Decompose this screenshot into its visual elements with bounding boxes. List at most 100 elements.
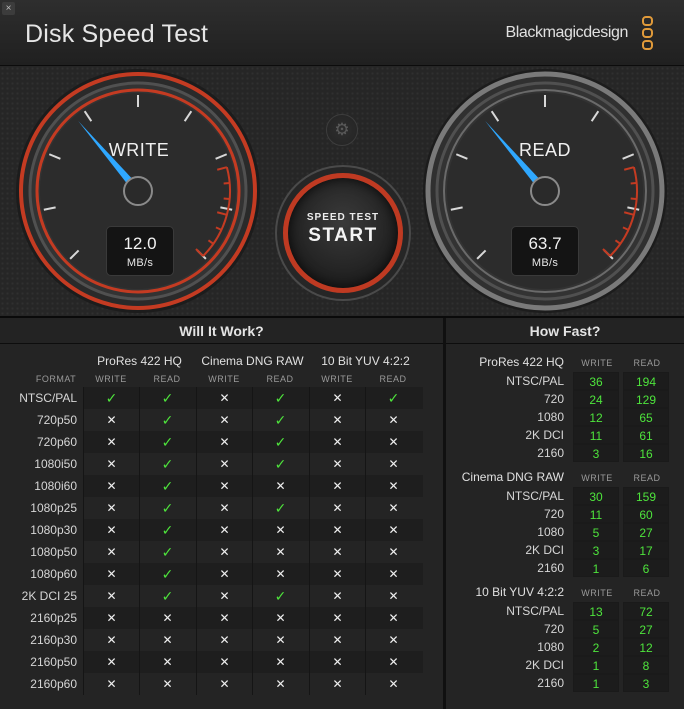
hf-row-format-label: 2160 <box>537 561 564 575</box>
hf-write-value: 3 <box>573 444 619 462</box>
table-row: 1080i50 ✕ ✓ ✕ ✓ ✕ ✕ <box>0 453 444 475</box>
cross-icon: ✕ <box>365 453 421 475</box>
hf-read-value: 12 <box>623 638 669 656</box>
gauge-panel: WRITE 12.0 MB/s READ 63.7 MB/s ⚙ SPEED T… <box>0 66 684 318</box>
table-row: 1080p25 ✕ ✓ ✕ ✓ ✕ ✕ <box>0 497 444 519</box>
hf-row-format-label: NTSC/PAL <box>506 604 564 618</box>
cross-icon: ✕ <box>309 563 365 585</box>
cross-icon: ✕ <box>309 585 365 607</box>
hf-write-value: 2 <box>573 638 619 656</box>
cross-icon: ✕ <box>309 497 365 519</box>
cross-icon: ✕ <box>196 607 252 629</box>
cross-icon: ✕ <box>365 651 421 673</box>
check-icon: ✓ <box>252 387 308 409</box>
will-it-work-header: Will It Work? <box>0 318 443 344</box>
hf-read-value: 8 <box>623 656 669 674</box>
hf-write-value: 24 <box>573 390 619 408</box>
title-bar: × Disk Speed Test Blackmagicdesign <box>0 0 684 66</box>
row-format-label: 1080p30 <box>30 523 77 537</box>
cross-icon: ✕ <box>365 629 421 651</box>
cross-icon: ✕ <box>252 475 308 497</box>
cross-icon: ✕ <box>252 607 308 629</box>
hf-row-format-label: 2160 <box>537 676 564 690</box>
table-row: 720p50 ✕ ✓ ✕ ✓ ✕ ✕ <box>0 409 444 431</box>
cross-icon: ✕ <box>309 541 365 563</box>
cross-icon: ✕ <box>196 409 252 431</box>
hf-row-format-label: 1080 <box>537 410 564 424</box>
hf-row-format-label: 2K DCI <box>525 543 564 557</box>
cross-icon: ✕ <box>196 563 252 585</box>
cross-icon: ✕ <box>365 607 421 629</box>
cross-icon: ✕ <box>309 519 365 541</box>
close-button[interactable]: × <box>2 2 15 15</box>
row-format-label: NTSC/PAL <box>19 391 77 405</box>
cross-icon: ✕ <box>309 431 365 453</box>
hf-row-format-label: NTSC/PAL <box>506 489 564 503</box>
will-it-work-panel: FORMAT ProRes 422 HQ WRITE READ Cinema DNG … <box>0 344 443 709</box>
cross-icon: ✕ <box>83 497 139 519</box>
cross-icon: ✕ <box>196 431 252 453</box>
hf-sub-header-write: WRITE <box>581 588 613 598</box>
cross-icon: ✕ <box>139 673 195 695</box>
speed-test-start-button[interactable]: SPEED TEST START <box>283 173 403 293</box>
settings-button[interactable]: ⚙ <box>326 114 358 146</box>
hf-write-value: 1 <box>573 674 619 692</box>
cross-icon: ✕ <box>252 519 308 541</box>
cross-icon: ✕ <box>309 387 365 409</box>
ww-sub-header-read: READ <box>379 374 407 384</box>
row-format-label: 1080i50 <box>34 457 77 471</box>
hf-read-value: 6 <box>623 559 669 577</box>
cross-icon: ✕ <box>309 475 365 497</box>
cross-icon: ✕ <box>83 629 139 651</box>
hf-row-format-label: 720 <box>543 392 564 406</box>
table-row: 2K DCI 25 ✕ ✓ ✕ ✓ ✕ ✕ <box>0 585 444 607</box>
read-readout: 63.7 MB/s <box>511 226 579 276</box>
hf-row-format-label: 720 <box>543 507 564 521</box>
check-icon: ✓ <box>139 497 195 519</box>
table-row: 1080p30 ✕ ✓ ✕ ✕ ✕ ✕ <box>0 519 444 541</box>
ww-sub-header-write: WRITE <box>208 374 240 384</box>
cross-icon: ✕ <box>83 475 139 497</box>
cross-icon: ✕ <box>365 563 421 585</box>
cross-icon: ✕ <box>83 519 139 541</box>
table-row: 2160p25 ✕ ✕ ✕ ✕ ✕ ✕ <box>0 607 444 629</box>
write-readout: 12.0 MB/s <box>106 226 174 276</box>
hf-read-value: 194 <box>623 372 669 390</box>
read-speed-unit: MB/s <box>531 257 559 269</box>
hf-write-value: 36 <box>573 372 619 390</box>
cross-icon: ✕ <box>196 387 252 409</box>
cross-icon: ✕ <box>365 585 421 607</box>
hf-read-value: 16 <box>623 444 669 462</box>
cross-icon: ✕ <box>83 651 139 673</box>
hf-row-format-label: 1080 <box>537 525 564 539</box>
check-icon: ✓ <box>252 585 308 607</box>
app-title: Disk Speed Test <box>25 20 209 48</box>
hf-row-format-label: 2K DCI <box>525 658 564 672</box>
hf-group-header-0: ProRes 422 HQ <box>479 355 564 369</box>
cross-icon: ✕ <box>365 541 421 563</box>
hf-write-value: 12 <box>573 408 619 426</box>
check-icon: ✓ <box>139 585 195 607</box>
row-format-label: 2K DCI 25 <box>21 589 77 603</box>
hf-read-value: 72 <box>623 602 669 620</box>
write-gauge-label: WRITE <box>108 140 170 160</box>
cross-icon: ✕ <box>196 519 252 541</box>
table-row: 1080p60 ✕ ✓ ✕ ✕ ✕ ✕ <box>0 563 444 585</box>
ww-sub-header-write: WRITE <box>95 374 127 384</box>
hf-read-value: 159 <box>623 487 669 505</box>
read-gauge-hub <box>530 176 560 206</box>
hf-read-value: 60 <box>623 505 669 523</box>
cross-icon: ✕ <box>83 453 139 475</box>
brand-name: Blackmagicdesign <box>505 24 628 41</box>
ww-group-header-1: Cinema DNG RAW <box>201 354 304 368</box>
hf-row-format-label: 2160 <box>537 446 564 460</box>
hf-group-header-2: 10 Bit YUV 4:2:2 <box>475 585 565 599</box>
start-button-caption: SPEED TEST <box>306 212 380 223</box>
table-row: NTSC/PAL ✓ ✓ ✕ ✓ ✕ ✓ <box>0 387 444 409</box>
cross-icon: ✕ <box>139 651 195 673</box>
ww-group-header-2: 10 Bit YUV 4:2:2 <box>321 354 410 368</box>
hf-write-value: 30 <box>573 487 619 505</box>
check-icon: ✓ <box>139 409 195 431</box>
check-icon: ✓ <box>139 519 195 541</box>
cross-icon: ✕ <box>196 453 252 475</box>
